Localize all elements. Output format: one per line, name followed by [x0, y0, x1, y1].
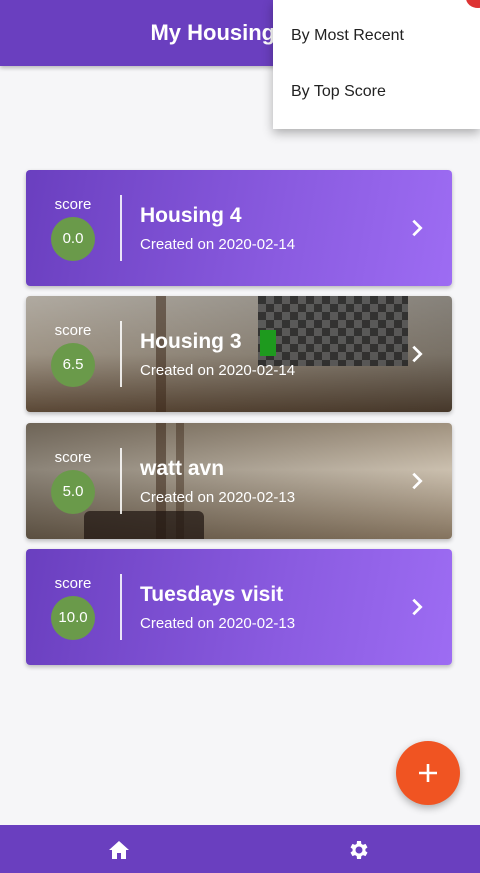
menu-item-top-score[interactable]: By Top Score	[273, 64, 480, 120]
score-label: score	[54, 574, 92, 592]
visit-card[interactable]: score 5.0 watt avn Created on 2020-02-13	[26, 423, 452, 539]
gear-icon[interactable]	[347, 838, 371, 862]
chevron-right-icon[interactable]	[406, 217, 428, 239]
add-visit-button[interactable]	[396, 741, 460, 805]
visit-card[interactable]: score 6.5 Housing 3 Created on 2020-02-1…	[26, 296, 452, 412]
chevron-right-icon[interactable]	[406, 596, 428, 618]
score-column: score 6.5	[26, 296, 120, 412]
sort-menu: By Most Recent By Top Score	[273, 0, 480, 129]
visit-card[interactable]: score 0.0 Housing 4 Created on 2020-02-1…	[26, 170, 452, 286]
chevron-right-icon[interactable]	[406, 470, 428, 492]
card-title: Tuesdays visit	[140, 582, 284, 606]
visit-card[interactable]: score 10.0 Tuesdays visit Created on 202…	[26, 549, 452, 665]
card-text: Housing 4 Created on 2020-02-14	[122, 204, 406, 253]
card-title: Housing 3	[140, 329, 242, 353]
card-date: Created on 2020-02-14	[140, 235, 296, 253]
menu-item-most-recent[interactable]: By Most Recent	[273, 8, 480, 64]
score-column: score 10.0	[26, 549, 120, 665]
card-date: Created on 2020-02-13	[140, 614, 296, 632]
score-label: score	[54, 195, 92, 213]
score-label: score	[54, 448, 92, 466]
bottom-nav	[0, 825, 480, 873]
plus-icon	[419, 764, 437, 782]
score-badge: 6.5	[51, 342, 95, 387]
home-icon[interactable]	[107, 838, 131, 862]
score-column: score 5.0	[26, 423, 120, 539]
card-text: watt avn Created on 2020-02-13	[122, 457, 406, 506]
card-title: watt avn	[140, 456, 225, 480]
score-badge: 5.0	[51, 469, 95, 514]
score-badge: 10.0	[51, 595, 95, 640]
score-column: score 0.0	[26, 170, 120, 286]
card-date: Created on 2020-02-14	[140, 361, 296, 379]
chevron-right-icon[interactable]	[406, 343, 428, 365]
card-text: Housing 3 Created on 2020-02-14	[122, 330, 406, 379]
card-date: Created on 2020-02-13	[140, 488, 296, 506]
score-badge: 0.0	[51, 216, 95, 261]
card-title: Housing 4	[140, 203, 242, 227]
score-label: score	[54, 321, 92, 339]
card-text: Tuesdays visit Created on 2020-02-13	[122, 583, 406, 632]
